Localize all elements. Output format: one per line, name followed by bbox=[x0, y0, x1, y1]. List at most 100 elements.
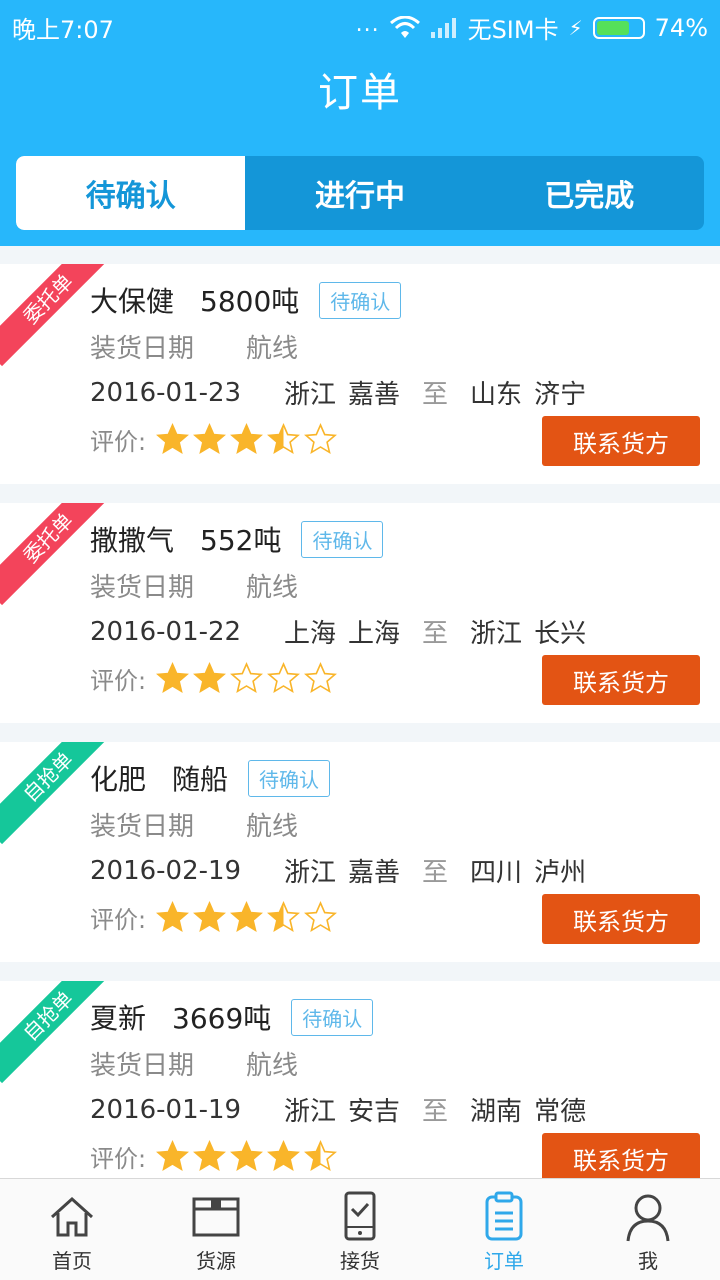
contact-shipper-button[interactable]: 联系货方 bbox=[542, 1133, 700, 1178]
to-province: 湖南 bbox=[470, 1097, 523, 1127]
load-date-label: 装货日期 bbox=[90, 812, 195, 842]
star-icon bbox=[193, 423, 227, 455]
to-province: 浙江 bbox=[470, 619, 523, 649]
rating-row: 评价: bbox=[90, 661, 338, 696]
field-labels: 装货日期 航线 bbox=[90, 806, 298, 843]
status-badge: 待确认 bbox=[301, 520, 384, 558]
load-date-label: 装货日期 bbox=[90, 573, 195, 603]
order-details: 2016-01-22 上海 上海至浙江 长兴 bbox=[90, 613, 598, 650]
nav-label-home: 首页 bbox=[52, 1249, 92, 1273]
star-icon bbox=[156, 1140, 190, 1172]
tab-in-progress[interactable]: 进行中 bbox=[245, 156, 474, 230]
star-icon bbox=[156, 423, 190, 455]
star-rating bbox=[156, 901, 338, 934]
order-details: 2016-01-23 浙江 嘉善至山东 济宁 bbox=[90, 374, 598, 411]
status-badge: 待确认 bbox=[248, 759, 331, 797]
nav-label-me: 我 bbox=[638, 1249, 658, 1273]
order-card[interactable]: 自抢单 夏新 3669吨 待确认 装货日期 航线 2016-01-19 浙江 安吉至湖南 常德 评价… bbox=[0, 981, 720, 1178]
cargo-quantity: 552吨 bbox=[200, 524, 282, 557]
star-icon bbox=[230, 423, 264, 455]
status-right: ... 无SIM卡 ⚡ 74% bbox=[356, 10, 708, 45]
order-header: 夏新 3669吨 待确认 bbox=[90, 997, 374, 1037]
from-city: 嘉善 bbox=[348, 858, 401, 888]
star-icon bbox=[230, 1140, 264, 1172]
battery-percent: 74% bbox=[654, 13, 708, 42]
order-card[interactable]: 委托单 撒撒气 552吨 待确认 装货日期 航线 2016-01-22 上海 上海至浙江 长兴 评价… bbox=[0, 503, 720, 723]
order-card[interactable]: 自抢单 化肥 随船 待确认 装货日期 航线 2016-02-19 浙江 嘉善至四川 泸州 评价: 联系… bbox=[0, 742, 720, 962]
order-header: 大保健 5800吨 待确认 bbox=[90, 280, 402, 320]
nav-label-orders: 订单 bbox=[484, 1249, 524, 1273]
star-icon bbox=[267, 901, 301, 933]
load-date: 2016-01-22 bbox=[90, 616, 242, 647]
rating-row: 评价: bbox=[90, 422, 338, 457]
from-city: 嘉善 bbox=[348, 380, 401, 410]
from-province: 浙江 bbox=[284, 858, 337, 888]
phone-check-icon bbox=[344, 1191, 376, 1241]
tab-completed[interactable]: 已完成 bbox=[475, 156, 704, 230]
signal-icon bbox=[430, 17, 456, 38]
field-labels: 装货日期 航线 bbox=[90, 1045, 298, 1082]
route-to: 至 bbox=[422, 1097, 449, 1127]
box-icon bbox=[192, 1197, 240, 1237]
star-icon bbox=[230, 901, 264, 933]
order-header: 撒撒气 552吨 待确认 bbox=[90, 519, 384, 559]
rating-row: 评价: bbox=[90, 900, 338, 935]
contact-shipper-button[interactable]: 联系货方 bbox=[542, 416, 700, 466]
route-label: 航线 bbox=[246, 573, 299, 603]
star-icon bbox=[304, 1140, 338, 1172]
star-icon bbox=[156, 901, 190, 933]
load-date: 2016-01-19 bbox=[90, 1094, 242, 1125]
order-details: 2016-02-19 浙江 嘉善至四川 泸州 bbox=[90, 852, 598, 889]
user-icon bbox=[626, 1194, 670, 1242]
nav-receive[interactable]: 接货 bbox=[288, 1179, 432, 1280]
app-header: 晚上7:07 ... 无SIM卡 ⚡ 74% 订单 待确认 进行中 已完成 bbox=[0, 0, 720, 246]
to-city: 长兴 bbox=[534, 619, 587, 649]
order-details: 2016-01-19 浙江 安吉至湖南 常德 bbox=[90, 1091, 598, 1128]
cargo-name: 撒撒气 bbox=[90, 524, 175, 557]
cargo-name: 大保健 bbox=[90, 285, 175, 318]
order-tabs: 待确认 进行中 已完成 bbox=[16, 156, 704, 230]
field-labels: 装货日期 航线 bbox=[90, 567, 298, 604]
star-icon bbox=[193, 1140, 227, 1172]
star-icon bbox=[304, 423, 338, 455]
rating-label: 评价: bbox=[90, 1145, 147, 1173]
star-icon bbox=[156, 662, 190, 694]
contact-shipper-button[interactable]: 联系货方 bbox=[542, 894, 700, 944]
load-date: 2016-02-19 bbox=[90, 855, 242, 886]
status-badge: 待确认 bbox=[319, 281, 402, 319]
star-icon bbox=[267, 662, 301, 694]
star-icon bbox=[267, 423, 301, 455]
nav-cargo-source[interactable]: 货源 bbox=[144, 1179, 288, 1280]
rating-label: 评价: bbox=[90, 906, 147, 934]
rating-label: 评价: bbox=[90, 667, 147, 695]
route-label: 航线 bbox=[246, 812, 299, 842]
sim-status: 无SIM卡 bbox=[467, 16, 559, 44]
to-city: 泸州 bbox=[534, 858, 587, 888]
star-rating bbox=[156, 1140, 338, 1173]
more-dots-icon: ... bbox=[355, 12, 380, 37]
page-title: 订单 bbox=[318, 70, 402, 116]
cargo-name: 夏新 bbox=[90, 1002, 147, 1035]
charging-icon: ⚡ bbox=[568, 15, 583, 40]
contact-shipper-button[interactable]: 联系货方 bbox=[542, 655, 700, 705]
from-province: 浙江 bbox=[284, 380, 337, 410]
star-icon bbox=[267, 1140, 301, 1172]
nav-me[interactable]: 我 bbox=[576, 1179, 720, 1280]
from-province: 上海 bbox=[284, 619, 337, 649]
star-rating bbox=[156, 662, 338, 695]
route-label: 航线 bbox=[246, 1051, 299, 1081]
star-icon bbox=[193, 901, 227, 933]
nav-orders[interactable]: 订单 bbox=[432, 1179, 576, 1280]
to-province: 四川 bbox=[470, 858, 523, 888]
status-time: 晚上7:07 bbox=[12, 16, 114, 44]
cargo-quantity: 5800吨 bbox=[200, 285, 300, 318]
tab-pending[interactable]: 待确认 bbox=[16, 156, 246, 230]
to-city: 济宁 bbox=[534, 380, 587, 410]
from-city: 安吉 bbox=[348, 1097, 401, 1127]
nav-home[interactable]: 首页 bbox=[0, 1179, 144, 1280]
star-icon bbox=[304, 901, 338, 933]
rating-row: 评价: bbox=[90, 1139, 338, 1174]
status-bar: 晚上7:07 ... 无SIM卡 ⚡ 74% bbox=[0, 0, 720, 50]
nav-label-cargo: 货源 bbox=[196, 1249, 236, 1273]
order-card[interactable]: 委托单 大保健 5800吨 待确认 装货日期 航线 2016-01-23 浙江 嘉善至山东 济宁评… bbox=[0, 264, 720, 484]
